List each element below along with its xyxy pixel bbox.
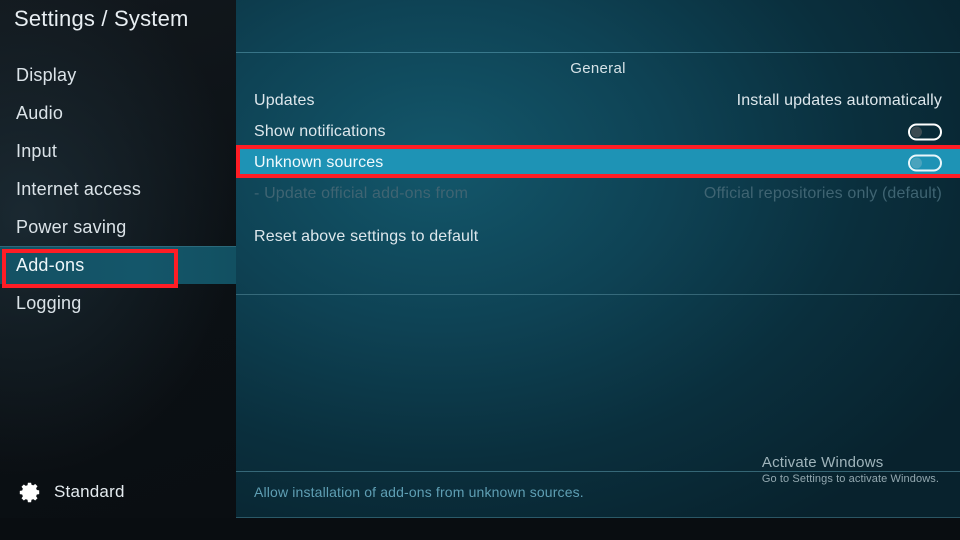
sidebar-item-power-saving[interactable]: Power saving <box>0 208 236 246</box>
setting-row-updates[interactable]: Updates Install updates automatically <box>236 85 960 116</box>
setting-row-unknown-sources[interactable]: Unknown sources <box>236 147 960 178</box>
sidebar-item-input[interactable]: Input <box>0 132 236 170</box>
toggle-unknown-sources[interactable] <box>908 154 942 171</box>
sidebar-item-add-ons[interactable]: Add-ons <box>0 246 236 284</box>
setting-label: - Update official add-ons from <box>254 185 469 202</box>
setting-value[interactable]: Install updates automatically <box>737 85 942 116</box>
description-divider <box>236 471 960 472</box>
setting-label: Unknown sources <box>254 154 384 171</box>
sidebar: Settings / System Display Audio Input In… <box>0 0 236 540</box>
sidebar-item-audio[interactable]: Audio <box>0 94 236 132</box>
sidebar-item-label: Internet access <box>16 179 142 199</box>
settings-content-panel: General Updates Install updates automati… <box>236 0 960 540</box>
toggle-knob <box>911 126 922 137</box>
sidebar-item-logging[interactable]: Logging <box>0 284 236 322</box>
toggle-knob <box>911 157 922 168</box>
kodi-settings-system-screen: Settings / System Display Audio Input In… <box>0 0 960 540</box>
sidebar-item-display[interactable]: Display <box>0 56 236 94</box>
setting-row-reset-above-settings[interactable]: Reset above settings to default <box>236 221 960 252</box>
sidebar-item-label: Input <box>16 141 58 161</box>
setting-description: Allow installation of add-ons from unkno… <box>254 484 584 500</box>
settings-list: Updates Install updates automatically Sh… <box>236 85 960 295</box>
sidebar-item-label: Logging <box>16 293 82 313</box>
activate-windows-watermark: Activate Windows Go to Settings to activ… <box>762 454 939 486</box>
setting-row-show-notifications[interactable]: Show notifications <box>236 116 960 147</box>
profile-level-button[interactable]: Standard <box>18 480 125 504</box>
setting-label: Show notifications <box>254 123 386 140</box>
content-top-divider <box>236 52 960 53</box>
category-title: General <box>570 60 626 77</box>
setting-value: Official repositories only (default) <box>703 185 942 202</box>
watermark-title: Activate Windows <box>761 454 884 471</box>
profile-level-label: Standard <box>54 482 125 501</box>
setting-label: Updates <box>254 92 315 109</box>
sidebar-item-label: Audio <box>16 103 64 123</box>
sidebar-item-label: Add-ons <box>16 255 85 275</box>
bottom-bar <box>0 518 960 540</box>
sidebar-nav: Display Audio Input Internet access Powe… <box>0 56 236 322</box>
sidebar-item-label: Power saving <box>16 217 127 237</box>
setting-label: Reset above settings to default <box>254 228 479 245</box>
watermark-subtitle: Go to Settings to activate Windows. <box>761 473 939 485</box>
sidebar-item-label: Display <box>16 65 77 85</box>
sidebar-item-internet-access[interactable]: Internet access <box>0 170 236 208</box>
settings-divider <box>236 294 960 295</box>
setting-row-update-official-addons-from: - Update official add-ons from Official … <box>236 178 960 209</box>
gear-icon <box>19 482 40 503</box>
page-title: Settings / System <box>14 6 189 31</box>
toggle-show-notifications[interactable] <box>908 123 942 140</box>
